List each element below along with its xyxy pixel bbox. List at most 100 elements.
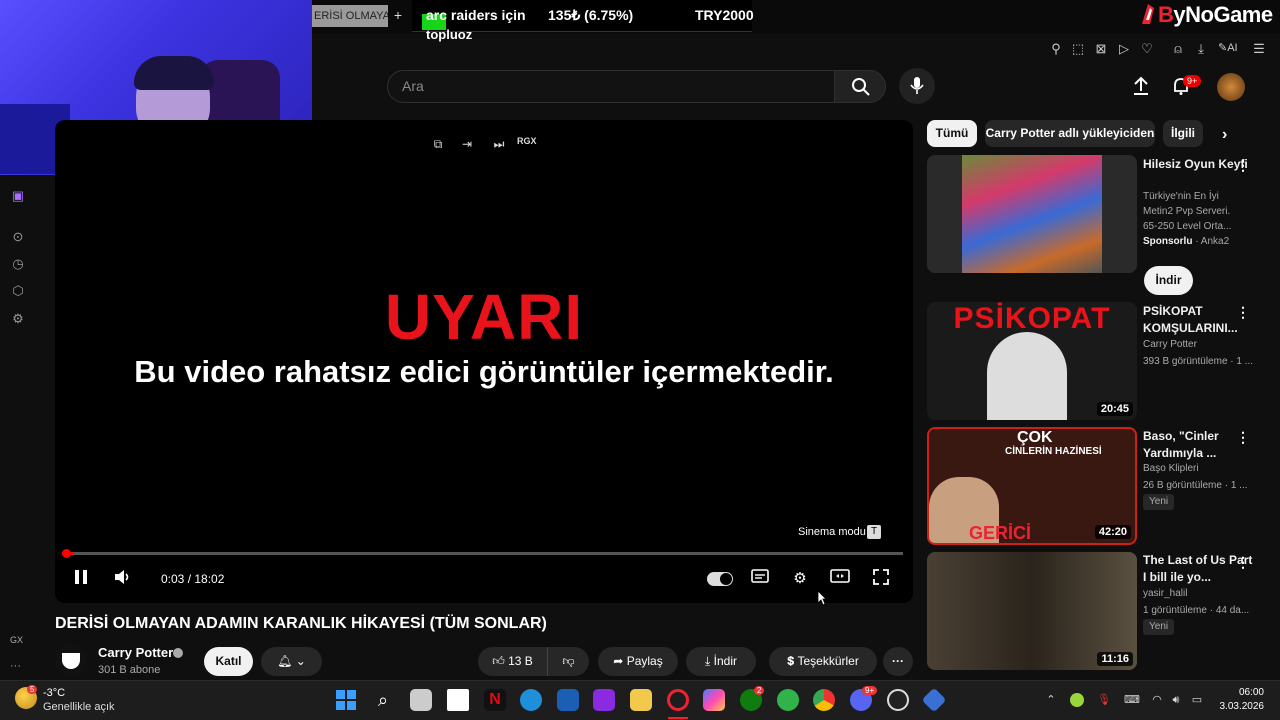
search-button[interactable]: [834, 70, 886, 103]
menu-icon[interactable]: ☰: [1252, 42, 1266, 56]
mouse-cursor: [817, 590, 827, 606]
subscribe-bell-button[interactable]: 🔔︎ ⌄: [261, 647, 322, 676]
more-vert-icon[interactable]: ⋮: [1236, 304, 1250, 320]
ad-thumbnail[interactable]: [927, 155, 1137, 273]
next-icon[interactable]: ⏭: [488, 134, 510, 154]
download-icon[interactable]: ⤓: [1194, 42, 1208, 56]
ticker-item: TRY2000: [695, 7, 754, 23]
more-vert-icon[interactable]: ⋮: [1236, 429, 1250, 445]
more-vert-icon[interactable]: ⋮: [1236, 157, 1250, 173]
rec-meta: 393 B görüntüleme · 1 ...: [1143, 356, 1254, 367]
play-icon[interactable]: ▷: [1117, 42, 1131, 56]
netflix-icon[interactable]: N: [484, 689, 506, 711]
enter-icon[interactable]: ⇥: [456, 134, 478, 154]
like-button[interactable]: 👍︎ 13 B: [478, 647, 547, 676]
battery-icon[interactable]: ▭: [1190, 693, 1204, 707]
clock-time[interactable]: 06:00: [1220, 687, 1264, 698]
dislike-button[interactable]: 👎︎: [547, 647, 589, 676]
thumb-text: GERİCİ: [969, 523, 1032, 543]
join-button[interactable]: Katıl: [204, 647, 253, 676]
settings-button[interactable]: ⚙: [789, 569, 811, 589]
chevron-down-icon: ⌄: [295, 654, 306, 668]
wifi-icon[interactable]: ◠: [1150, 693, 1164, 707]
channel-name[interactable]: Carry Potter: [98, 645, 173, 660]
app-icon[interactable]: [557, 689, 579, 711]
video-player[interactable]: ⧉ ⇥ ⏭ RGX UYARI Bu video rahatsız edici …: [55, 120, 913, 603]
voice-search-button[interactable]: [899, 68, 935, 104]
chrome-icon[interactable]: [813, 689, 835, 711]
shield-icon[interactable]: ⊠: [1094, 42, 1108, 56]
donation-ticker: arc raiders için topluoz 135₺ (6.75%) TR…: [412, 0, 754, 42]
fullscreen-icon: [873, 569, 889, 585]
pip-icon[interactable]: ⧉: [427, 134, 449, 154]
fullscreen-button[interactable]: [870, 569, 892, 589]
progress-scrubber[interactable]: [62, 549, 71, 558]
heart-icon[interactable]: ♡: [1140, 42, 1154, 56]
tray-app-icon[interactable]: [1070, 693, 1084, 707]
avatar[interactable]: [1217, 73, 1245, 101]
search-icon: [852, 78, 870, 96]
new-tab-button[interactable]: +: [390, 4, 406, 26]
rec-thumbnail[interactable]: ÇOK CİNLERİN HAZİNESİ GERİCİ 42:20: [927, 427, 1137, 545]
ai-button[interactable]: ✎AI: [1218, 41, 1238, 54]
more-vert-icon[interactable]: ⋮: [1236, 554, 1250, 570]
thanks-button[interactable]: 💲︎ Teşekkürler: [769, 647, 877, 676]
rec-thumbnail[interactable]: 11:16: [927, 552, 1137, 670]
player-icon[interactable]: ⊙: [10, 229, 26, 245]
chip-related[interactable]: İlgili: [1163, 120, 1203, 147]
twitch-icon[interactable]: ▣: [10, 188, 26, 204]
settings-icon[interactable]: ⚙: [10, 311, 26, 327]
progress-bar[interactable]: [65, 552, 903, 555]
thumb-text: PSİKOPAT: [953, 302, 1111, 335]
theater-mode-button[interactable]: [829, 569, 851, 589]
new-badge: Yeni: [1143, 494, 1175, 510]
chip-all[interactable]: Tümü: [927, 120, 977, 147]
notepad-icon[interactable]: [447, 689, 469, 711]
autoplay-toggle[interactable]: [707, 572, 733, 586]
more-actions-button[interactable]: ···: [883, 647, 913, 676]
sidebar-more[interactable]: ···: [10, 660, 21, 672]
edge-icon[interactable]: [520, 689, 542, 711]
extensions-icon[interactable]: ⬡: [10, 283, 26, 299]
download-button[interactable]: ⤓ İndir: [686, 647, 756, 676]
search-icon[interactable]: ⌕: [372, 689, 394, 711]
tray-mic-icon[interactable]: 🎙︎: [1097, 693, 1111, 707]
screenshot-icon[interactable]: ⬚: [1071, 42, 1085, 56]
rec-thumbnail[interactable]: PSİKOPAT 20:45: [927, 302, 1137, 420]
share-button[interactable]: ➦ Paylaş: [598, 647, 678, 676]
task-view-icon[interactable]: [410, 689, 432, 711]
obs-icon[interactable]: [887, 689, 909, 711]
app-green-icon[interactable]: [777, 689, 799, 711]
windows-start-icon[interactable]: [335, 689, 357, 711]
upload-icon[interactable]: [1132, 76, 1152, 98]
pause-button[interactable]: [70, 569, 92, 589]
search-input[interactable]: Ara: [387, 70, 835, 103]
profile-icon[interactable]: ⍝: [1171, 42, 1185, 56]
store-icon[interactable]: [630, 689, 652, 711]
history-icon[interactable]: ◷: [10, 256, 26, 272]
chevron-right-icon[interactable]: ›: [1222, 126, 1227, 144]
tray-chevron-up-icon[interactable]: ⌃: [1044, 693, 1058, 707]
rec-channel[interactable]: yasir_halil: [1143, 586, 1255, 601]
opera-gx-icon[interactable]: [667, 689, 689, 711]
rec-channel[interactable]: Başo Klipleri: [1143, 461, 1255, 476]
active-indicator: [668, 717, 688, 719]
tray-keyboard-icon[interactable]: ⌨: [1124, 693, 1140, 707]
gx-label[interactable]: GX: [10, 635, 23, 645]
app-diamond-icon[interactable]: [921, 687, 947, 713]
rec-channel[interactable]: Carry Potter: [1143, 337, 1255, 352]
volume-button[interactable]: [112, 569, 134, 589]
rgx-button[interactable]: RGX: [517, 136, 537, 146]
volume-icon[interactable]: 🔊︎: [1169, 693, 1183, 707]
gear-icon: ⚙: [793, 570, 807, 587]
channel-avatar[interactable]: [55, 645, 87, 677]
chip-uploader[interactable]: Carry Potter adlı yükleyiciden: [985, 120, 1155, 147]
clock-date[interactable]: 3.03.2026: [1214, 701, 1265, 712]
pin-icon[interactable]: ⚲: [1049, 42, 1063, 56]
browser-tab[interactable]: ERİSİ OLMAYAN: [312, 5, 388, 27]
instagram-icon[interactable]: [593, 689, 615, 711]
subtitles-button[interactable]: [749, 569, 771, 589]
ticker-item: 135₺ (6.75%): [548, 7, 634, 23]
ad-cta-button[interactable]: İndir: [1144, 266, 1193, 295]
copilot-icon[interactable]: [703, 689, 725, 711]
